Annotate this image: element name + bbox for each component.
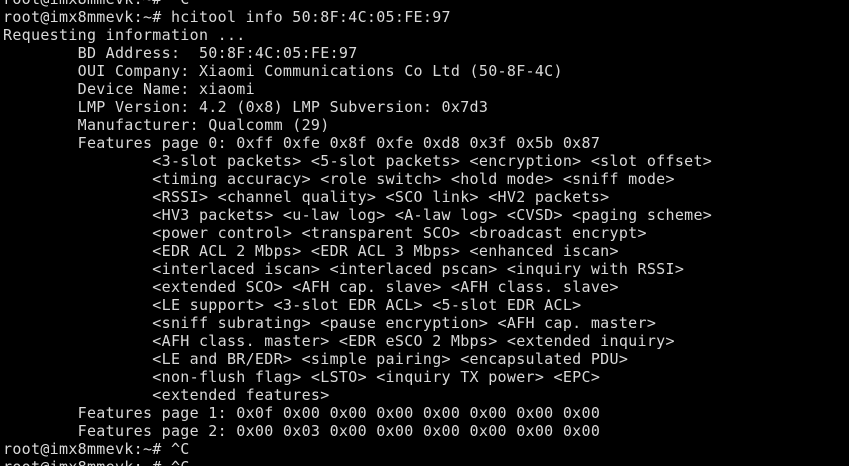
terminal-line: <AFH class. master> <EDR eSCO 2 Mbps> <e… [3,332,675,350]
terminal-line: <extended features> [3,386,330,404]
terminal-line: OUI Company: Xiaomi Communications Co Lt… [3,62,563,80]
terminal-line: Features page 1: 0x0f 0x00 0x00 0x00 0x0… [3,404,601,422]
terminal-line: <sniff subrating> <pause encryption> <AF… [3,314,657,332]
terminal-line: Device Name: xiaomi [3,80,255,98]
terminal-line: <extended SCO> <AFH cap. slave> <AFH cla… [3,278,619,296]
terminal-window[interactable]: root@imx8mmevk:~# ^C root@imx8mmevk:~# h… [0,0,849,466]
terminal-line: root@imx8mmevk:~# ^C [0,0,849,8]
terminal-line: <LE and BR/EDR> <simple pairing> <encaps… [3,350,629,368]
terminal-line: root@imx8mmevk:~# ^C [0,458,849,466]
terminal-line: <timing accuracy> <role switch> <hold mo… [3,170,675,188]
terminal-line: Features page 0: 0xff 0xfe 0x8f 0xfe 0xd… [3,134,601,152]
terminal-line: <LE support> <3-slot EDR ACL> <5-slot ED… [3,296,582,314]
terminal-line: Manufacturer: Qualcomm (29) [3,116,330,134]
terminal-line: Requesting information ... [3,26,246,44]
terminal-line: <HV3 packets> <u-law log> <A-law log> <C… [3,206,713,224]
terminal-line: <power control> <transparent SCO> <broad… [3,224,647,242]
terminal-line: root@imx8mmevk:~# ^C [3,440,190,458]
terminal-line: <EDR ACL 2 Mbps> <EDR ACL 3 Mbps> <enhan… [3,242,619,260]
terminal-line: <3-slot packets> <5-slot packets> <encry… [3,152,713,170]
terminal-line: root@imx8mmevk:~# hcitool info 50:8F:4C:… [3,8,451,26]
terminal-line: <RSSI> <channel quality> <SCO link> <HV2… [3,188,610,206]
terminal-line: Features page 2: 0x00 0x03 0x00 0x00 0x0… [3,422,601,440]
terminal-line: BD Address: 50:8F:4C:05:FE:97 [3,44,358,62]
terminal-line: <interlaced iscan> <interlaced pscan> <i… [3,260,685,278]
terminal-line: LMP Version: 4.2 (0x8) LMP Subversion: 0… [3,98,489,116]
terminal-line: <non-flush flag> <LSTO> <inquiry TX powe… [3,368,601,386]
